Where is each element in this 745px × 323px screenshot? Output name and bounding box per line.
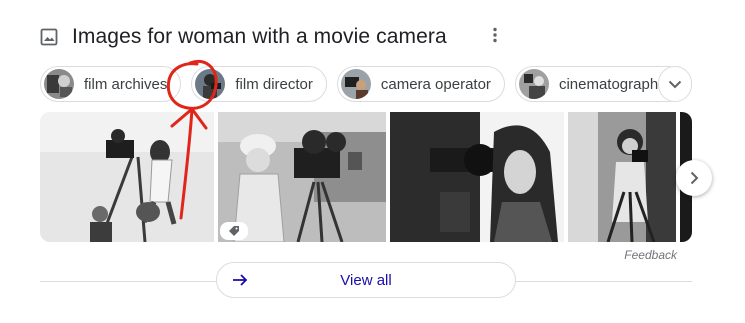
chevron-down-icon[interactable]: [658, 66, 692, 102]
arrow-right-icon: [231, 271, 249, 289]
cinematographer-thumbnail: [518, 69, 549, 99]
images-section-header: Images for woman with a movie camera: [40, 20, 447, 54]
chip-film-archives[interactable]: film archives: [40, 66, 182, 102]
chip-film-director[interactable]: film director: [191, 66, 327, 102]
related-search-chips: film archives film director camera opera…: [40, 66, 686, 102]
chip-label: cinematographer: [558, 75, 672, 93]
film-director-thumbnail: [195, 69, 226, 99]
chip-label: camera operator: [380, 75, 491, 93]
image-results-strip: [40, 112, 692, 242]
view-all-button[interactable]: View all: [216, 262, 516, 298]
chip-label: film archives: [84, 75, 168, 93]
woman-in-cloche-hat-with-camera-photo[interactable]: [218, 112, 386, 242]
woman-looking-through-camera-photo[interactable]: [390, 112, 564, 242]
section-title: Images for woman with a movie camera: [72, 25, 447, 48]
film-archives-thumbnail: [44, 69, 74, 99]
chip-camera-operator[interactable]: camera operator: [336, 66, 505, 102]
view-all-label: View all: [340, 271, 392, 289]
chip-label: film director: [235, 75, 313, 93]
woman-on-ladder-with-camera-photo[interactable]: [40, 112, 214, 242]
camera-operator-thumbnail: [340, 69, 371, 99]
tag-icon: [220, 222, 248, 240]
image-icon: [40, 28, 58, 46]
woman-behind-tripod-camera-photo[interactable]: [568, 112, 676, 242]
more-vert-icon[interactable]: [485, 24, 505, 46]
chevron-right-icon[interactable]: [676, 160, 712, 196]
feedback-link[interactable]: Feedback: [624, 248, 677, 262]
